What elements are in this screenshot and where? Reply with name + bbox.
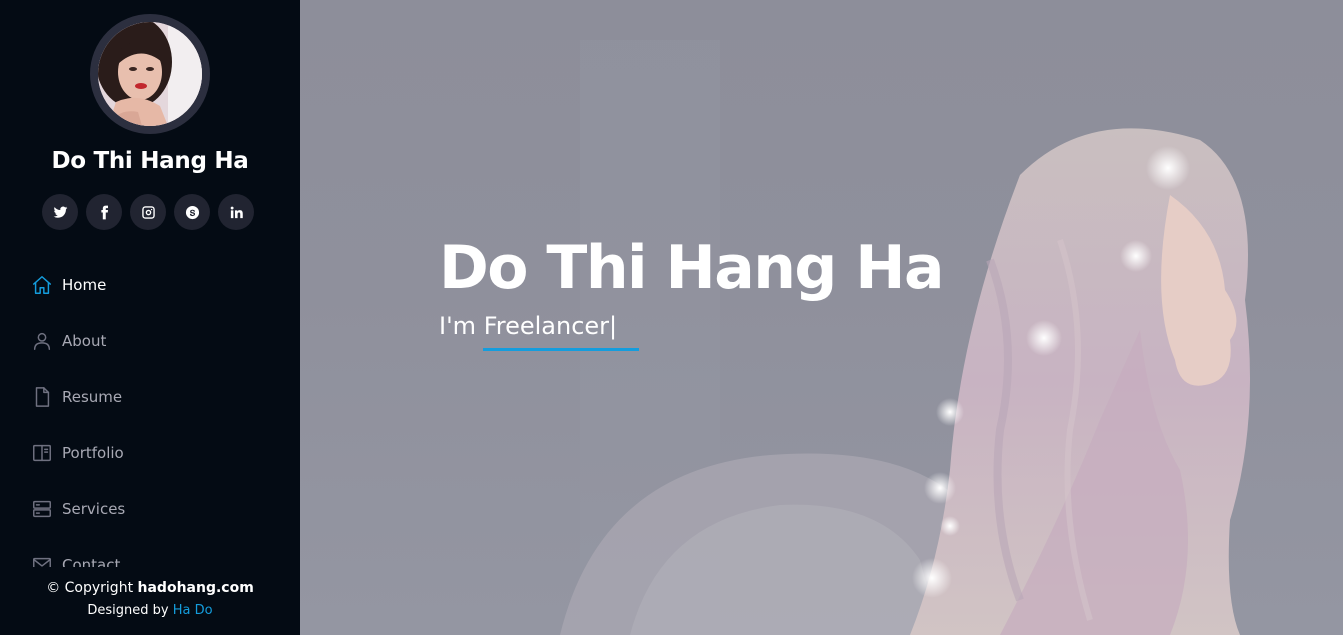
nav-item-services[interactable]: Services — [0, 481, 300, 537]
linkedin-icon — [230, 206, 243, 218]
envelope-icon — [31, 554, 53, 567]
twitter-icon — [53, 206, 67, 218]
copyright-site: hadohang.com — [137, 580, 254, 596]
nav-item-label: Home — [62, 276, 107, 294]
facebook-link[interactable] — [86, 194, 122, 230]
nav-menu: Home About Resume Portfolio Services Con… — [0, 257, 300, 567]
hero-subtitle-prefix: I'm — [439, 312, 484, 340]
skype-icon — [185, 205, 199, 219]
home-icon — [31, 274, 53, 296]
facebook-icon — [100, 205, 108, 219]
hero: Do Thi Hang Ha I'm Freelancer| — [300, 0, 1343, 635]
credits-link[interactable]: Ha Do — [173, 603, 213, 618]
copyright: © Copyright hadohang.com — [0, 580, 300, 596]
nav-item-portfolio[interactable]: Portfolio — [0, 425, 300, 481]
skype-link[interactable] — [174, 194, 210, 230]
file-icon — [31, 386, 53, 408]
profile-name: Do Thi Hang Ha — [51, 148, 249, 174]
nav-item-about[interactable]: About — [0, 313, 300, 369]
nav-item-label: Resume — [62, 388, 123, 406]
nav-item-label: About — [62, 332, 107, 350]
instagram-link[interactable] — [130, 194, 166, 230]
nav-item-label: Contact — [62, 556, 121, 567]
typed-cursor: | — [609, 312, 618, 340]
avatar — [90, 14, 210, 134]
typed-underline — [483, 348, 639, 351]
nav-item-label: Services — [62, 500, 126, 518]
nav-item-home[interactable]: Home — [0, 257, 300, 313]
profile-photo — [98, 22, 202, 126]
nav-item-resume[interactable]: Resume — [0, 369, 300, 425]
copyright-prefix: © Copyright — [46, 580, 138, 596]
sidebar-footer: © Copyright hadohang.com Designed by Ha … — [0, 580, 300, 618]
instagram-icon — [141, 205, 155, 219]
hero-title: Do Thi Hang Ha — [439, 233, 944, 303]
nav-item-contact[interactable]: Contact — [0, 537, 300, 567]
credits-prefix: Designed by — [87, 603, 173, 618]
book-icon — [31, 442, 53, 464]
twitter-link[interactable] — [42, 194, 78, 230]
social-links — [42, 194, 254, 230]
person-icon — [31, 330, 53, 352]
nav-item-label: Portfolio — [62, 444, 124, 462]
hero-subtitle: I'm Freelancer| — [439, 312, 617, 340]
server-icon — [31, 498, 53, 520]
linkedin-link[interactable] — [218, 194, 254, 230]
sidebar: Do Thi Hang Ha Home About Resume Portfol… — [0, 0, 300, 635]
credits: Designed by Ha Do — [0, 603, 300, 618]
typed-text: Freelancer — [483, 312, 610, 340]
